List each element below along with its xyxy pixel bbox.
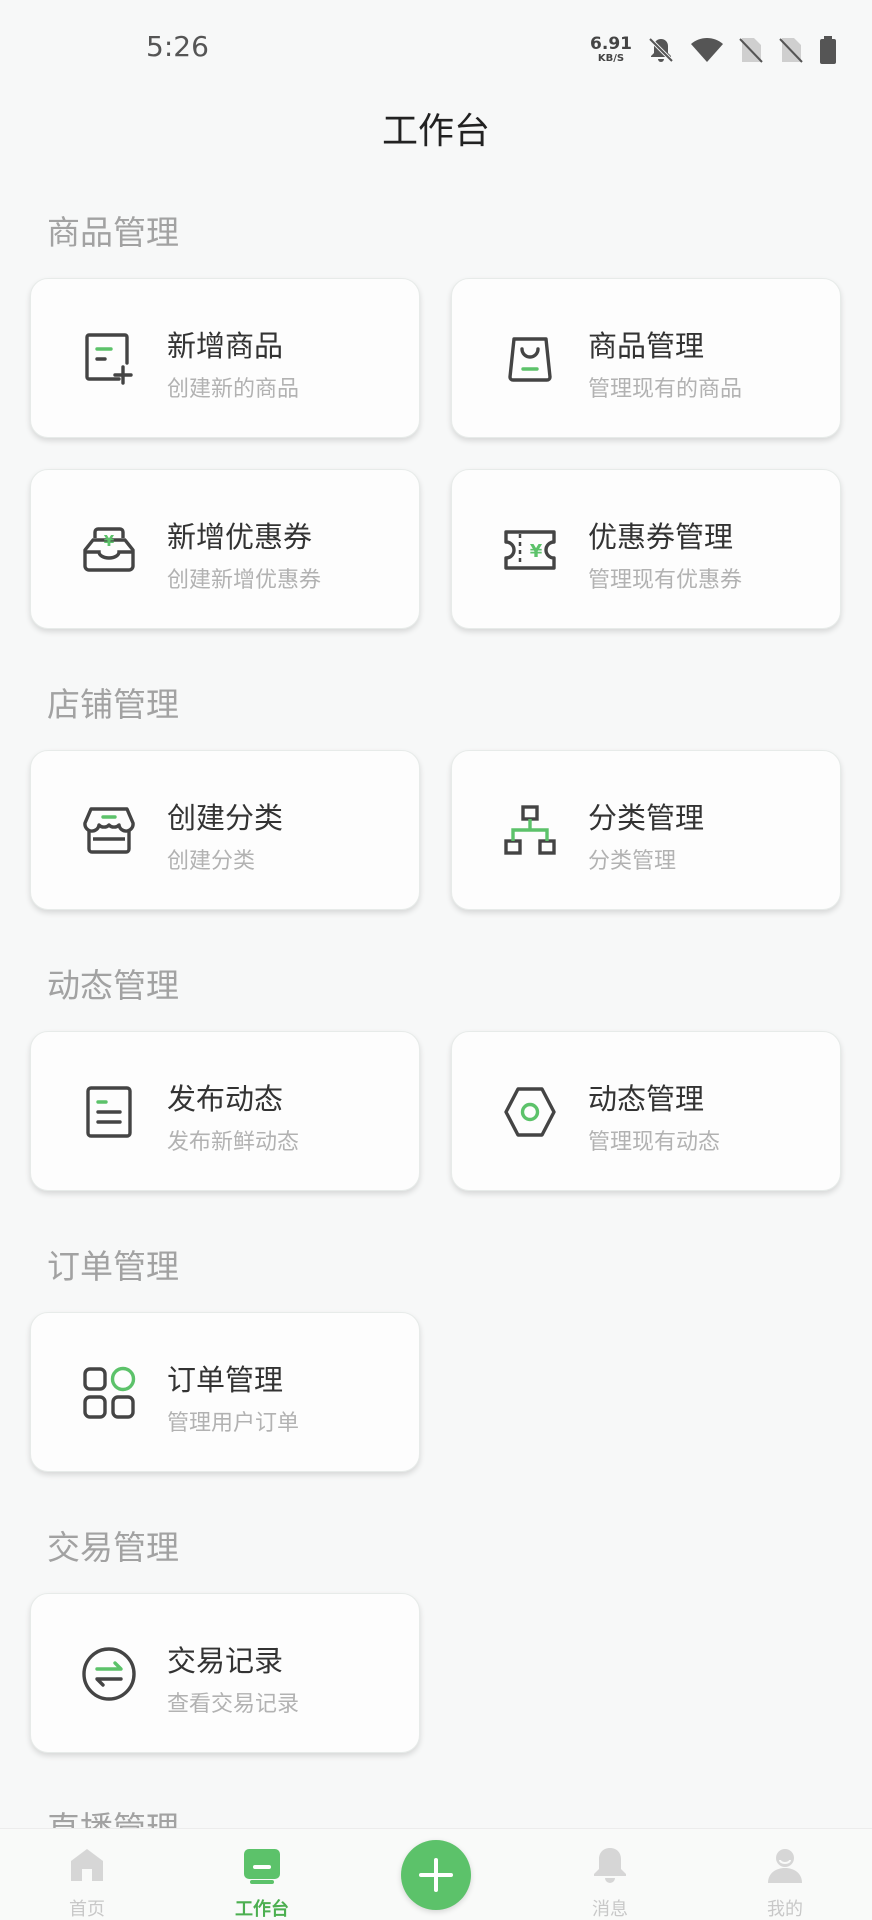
card-subtitle: 管理现有优惠券 — [588, 568, 743, 593]
card-subtitle: 管理用户订单 — [167, 1411, 300, 1436]
exchange-icon — [75, 1640, 143, 1708]
section-title-transaction: 交易管理 — [47, 1528, 179, 1567]
section-title-feed: 动态管理 — [47, 966, 179, 1005]
card-add-coupon[interactable]: ¥ 新增优惠券 创建新增优惠券 — [30, 469, 420, 629]
tab-home[interactable]: 首页 — [27, 1829, 147, 1920]
card-subtitle: 创建分类 — [167, 849, 256, 874]
card-title: 发布动态 — [167, 1082, 284, 1116]
section-title-product: 商品管理 — [47, 213, 179, 252]
card-title: 商品管理 — [588, 329, 705, 363]
card-title: 动态管理 — [588, 1082, 705, 1116]
store-icon — [75, 797, 143, 865]
card-title: 分类管理 — [588, 801, 705, 835]
section-title-store: 店铺管理 — [47, 685, 179, 724]
home-icon — [67, 1845, 107, 1885]
workbench-icon — [242, 1845, 282, 1885]
card-category-management[interactable]: 分类管理 分类管理 — [451, 750, 841, 910]
card-transaction-records[interactable]: 交易记录 查看交易记录 — [30, 1593, 420, 1753]
card-subtitle: 管理现有的商品 — [588, 377, 743, 402]
user-icon — [765, 1845, 805, 1885]
section-title-live: 直播管理 — [47, 1802, 179, 1828]
card-order-management[interactable]: 订单管理 管理用户订单 — [30, 1312, 420, 1472]
shopping-bag-icon — [496, 325, 564, 393]
add-product-icon — [75, 325, 143, 393]
hierarchy-icon — [496, 797, 564, 865]
card-add-product[interactable]: 新增商品 创建新的商品 — [30, 278, 420, 438]
card-subtitle: 创建新的商品 — [167, 377, 300, 402]
card-title: 订单管理 — [167, 1363, 284, 1397]
card-title: 新增优惠券 — [167, 520, 313, 554]
tab-workbench[interactable]: 工作台 — [202, 1829, 322, 1920]
card-publish-feed[interactable]: 发布动态 发布新鲜动态 — [30, 1031, 420, 1191]
tab-messages[interactable]: 消息 — [550, 1829, 670, 1920]
coupon-add-icon: ¥ — [75, 516, 143, 584]
card-subtitle: 管理现有动态 — [588, 1130, 721, 1155]
card-product-management[interactable]: 商品管理 管理现有的商品 — [451, 278, 841, 438]
workbench-content: 商品管理 新增商品 创建新的商品 商品管理 管理现有的商品 ¥ 新增优惠券 创建… — [0, 0, 872, 1828]
card-create-category[interactable]: 创建分类 创建分类 — [30, 750, 420, 910]
card-coupon-management[interactable]: ¥ 优惠券管理 管理现有优惠券 — [451, 469, 841, 629]
hexagon-icon — [496, 1078, 564, 1146]
center-add-button[interactable] — [401, 1840, 471, 1910]
document-icon — [75, 1078, 143, 1146]
card-subtitle: 发布新鲜动态 — [167, 1130, 300, 1155]
plus-icon — [419, 1858, 453, 1892]
card-title: 优惠券管理 — [588, 520, 734, 554]
grid-apps-icon — [75, 1359, 143, 1427]
section-title-order: 订单管理 — [47, 1247, 179, 1286]
tab-label: 首页 — [69, 1899, 105, 1920]
coupon-ticket-icon: ¥ — [496, 516, 564, 584]
card-subtitle: 创建新增优惠券 — [167, 568, 322, 593]
tab-label: 我的 — [767, 1899, 803, 1920]
card-title: 新增商品 — [167, 329, 284, 363]
tab-label: 工作台 — [235, 1899, 289, 1920]
card-title: 创建分类 — [167, 801, 284, 835]
tab-profile[interactable]: 我的 — [725, 1829, 845, 1920]
card-title: 交易记录 — [167, 1644, 284, 1678]
svg-text:¥: ¥ — [530, 541, 543, 562]
tab-label: 消息 — [592, 1899, 628, 1920]
svg-text:¥: ¥ — [104, 532, 115, 550]
bell-icon — [590, 1845, 630, 1885]
card-feed-management[interactable]: 动态管理 管理现有动态 — [451, 1031, 841, 1191]
card-subtitle: 查看交易记录 — [167, 1692, 300, 1717]
card-subtitle: 分类管理 — [588, 849, 677, 874]
